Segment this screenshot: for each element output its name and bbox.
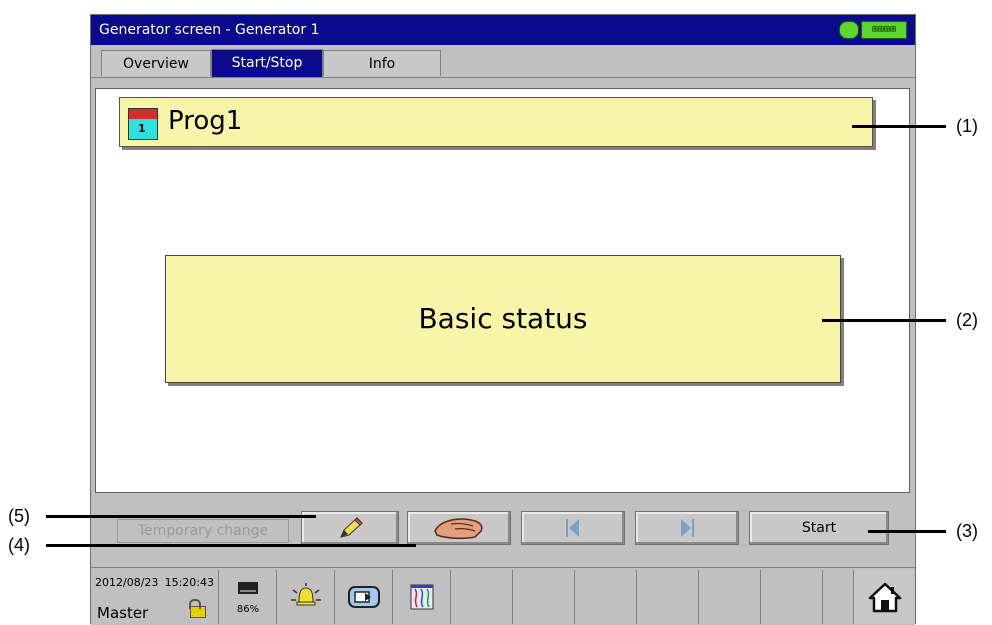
step-back-button[interactable] [521,511,625,545]
hand-icon [434,518,483,540]
memory-cell[interactable]: 86% [219,570,277,624]
callout-label-5: (5) [8,506,30,526]
tab-bar: Overview Start/Stop Info [91,45,915,78]
lock-icon [189,599,206,618]
callout-label-1: (1) [956,116,978,136]
home-button[interactable] [853,570,915,624]
manual-operation-button[interactable] [407,511,511,545]
memory-usage: 86% [236,604,260,615]
home-icon [868,582,901,613]
temporary-change-field: Temporary change [117,519,289,543]
program-name: Prog1 [168,106,243,136]
footer-time: 15:20:43 [164,576,214,589]
connection-status: ⊞⊞⊞⊞ [839,21,907,39]
status-footer: 2012/08/23 15:20:43 Master 86% [91,567,915,625]
footer-slot-5[interactable] [699,570,761,624]
generator-screen: Generator screen - Generator 1 ⊞⊞⊞⊞ Over… [90,14,916,625]
program-icon: 1 [128,108,158,140]
alarm-cell[interactable] [277,570,335,624]
start-button[interactable]: Start [749,511,889,545]
footer-slot-4[interactable] [637,570,699,624]
clock-status-icon [839,21,859,39]
pencil-icon [340,517,363,538]
step-forward-button[interactable] [635,511,739,545]
callout-line-1 [852,125,946,128]
footer-slot-3[interactable] [575,570,637,624]
window-title: Generator screen - Generator 1 [99,22,320,38]
trend-cell[interactable] [393,570,451,624]
footer-user: Master [97,604,149,622]
button-row: Temporary change Start [95,497,910,547]
tab-info[interactable]: Info [323,50,441,76]
footer-date: 2012/08/23 [95,576,159,589]
footer-slot-1[interactable] [451,570,513,624]
callout-line-3 [868,530,946,533]
callout-label-2: (2) [956,310,978,330]
trend-chart-icon [410,584,433,610]
callout-line-4 [46,544,416,547]
tab-overview[interactable]: Overview [101,50,211,76]
callout-line-5 [46,515,316,518]
callout-label-4: (4) [8,535,30,555]
basic-status-panel: Basic status [165,255,841,383]
memory-icon [237,582,258,594]
footer-slot-6[interactable] [761,570,823,624]
screen-switch-cell[interactable] [335,570,393,624]
title-bar: Generator screen - Generator 1 ⊞⊞⊞⊞ [91,15,915,45]
tab-start-stop[interactable]: Start/Stop [211,49,323,77]
footer-slot-2[interactable] [513,570,575,624]
alarm-bell-icon [290,583,321,606]
step-back-icon [566,519,579,537]
program-number: 1 [138,122,146,135]
datetime-user-cell: 2012/08/23 15:20:43 Master [91,570,219,624]
callout-line-2 [822,319,946,322]
network-status-icon: ⊞⊞⊞⊞ [861,21,907,39]
program-bar[interactable]: 1 Prog1 [119,97,873,147]
step-forward-icon [681,519,694,537]
callout-label-3: (3) [956,521,978,541]
screen-switch-icon [347,586,380,608]
